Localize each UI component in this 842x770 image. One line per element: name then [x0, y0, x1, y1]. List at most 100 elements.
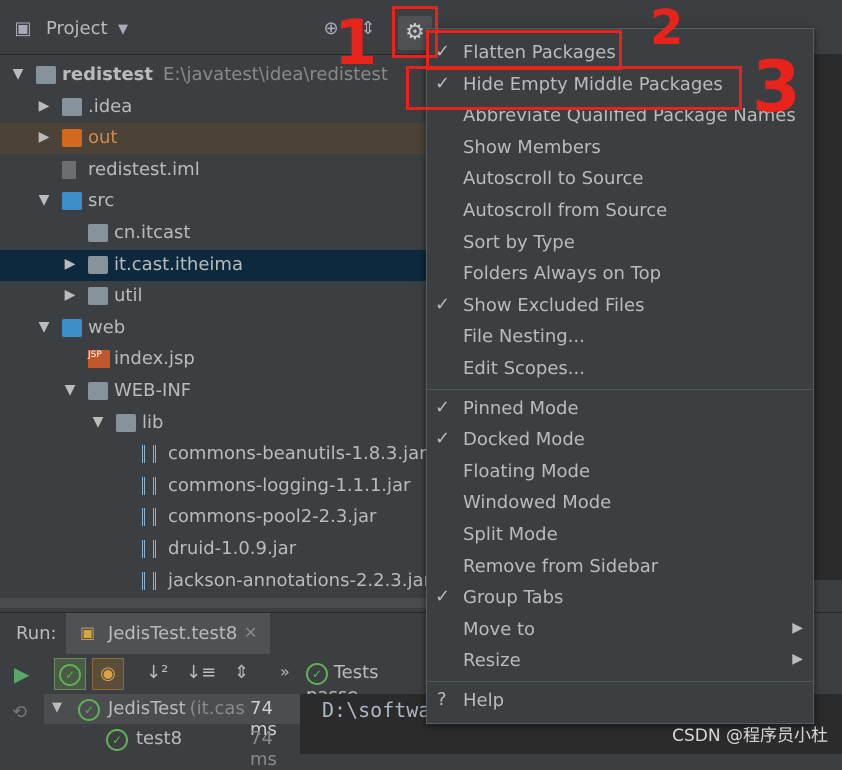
tree-row[interactable]: ▶ out	[0, 123, 426, 155]
tree-row-label: index.jsp	[114, 348, 195, 369]
menu-item-windowed-mode[interactable]: Windowed Mode	[427, 487, 813, 518]
collapsed-arrow-icon[interactable]: ▶	[62, 256, 78, 272]
tree-row[interactable]: jackson-annotations-2.2.3.jar	[0, 566, 426, 597]
menu-item-show-excluded-files[interactable]: ✓ Show Excluded Files	[427, 290, 813, 321]
menu-item-label: Edit Scopes...	[463, 358, 585, 379]
checkmark-icon: ✓	[435, 428, 451, 450]
menu-item-label: Pinned Mode	[463, 397, 579, 419]
tree-row[interactable]: druid-1.0.9.jar	[0, 534, 426, 565]
tree-row-label: redistest.iml	[88, 159, 200, 180]
menu-item-label: File Nesting...	[463, 326, 585, 348]
tree-row[interactable]: ▼ WEB-INF	[0, 376, 426, 407]
menu-item-label: Sort by Type	[463, 231, 575, 253]
tree-row[interactable]: commons-logging-1.1.1.jar	[0, 471, 426, 502]
jar-icon	[142, 540, 156, 558]
menu-item-docked-mode[interactable]: ✓ Docked Mode	[427, 424, 813, 455]
submenu-arrow-icon: ▶	[792, 619, 803, 636]
sort-duration-icon[interactable]: ↓≡	[186, 662, 216, 683]
expanded-arrow-icon[interactable]: ▼	[62, 382, 78, 398]
expanded-arrow-icon[interactable]: ▼	[90, 414, 106, 430]
menu-item-move-to[interactable]: Move to ▶	[427, 614, 813, 645]
menu-item-label: Docked Mode	[463, 429, 585, 451]
run-tab[interactable]: ▣ JedisTest.test8 ✕	[66, 613, 270, 655]
source-folder-icon	[62, 318, 82, 337]
annotation-box-flatten	[426, 30, 622, 70]
tree-row-text: jackson-annotations-2.2.3.jar	[168, 569, 426, 591]
collapsed-arrow-icon[interactable]: ▶	[36, 129, 52, 145]
annotation-three: 3	[752, 46, 801, 128]
jar-icon	[142, 571, 156, 590]
collapsed-arrow-icon[interactable]: ▶	[62, 287, 78, 303]
tree-row[interactable]: ▼ lib	[0, 408, 426, 439]
menu-item-label: Windowed Mode	[463, 492, 612, 514]
show-passed-button[interactable]: ✓	[54, 658, 86, 690]
tree-row-text: out	[88, 127, 118, 149]
jar-icon	[142, 476, 156, 495]
test-result-row[interactable]: ✓ test8 74 ms	[44, 724, 300, 770]
tree-row[interactable]: JSP index.jsp	[0, 344, 426, 375]
menu-item-autoscroll-from-source[interactable]: Autoscroll from Source	[427, 195, 813, 226]
menu-item-label: Autoscroll to Source	[463, 168, 644, 190]
expand-all-icon[interactable]: ⇕	[234, 662, 249, 683]
history-icon[interactable]: ⟲	[12, 702, 27, 723]
options-menu: ✓ Flatten Packages ✓ Hide Empty Middle Pack…	[426, 28, 814, 724]
expanded-arrow-icon[interactable]: ▼	[36, 192, 52, 208]
test-name: test8	[136, 728, 183, 749]
menu-item-floating-mode[interactable]: Floating Mode	[427, 456, 813, 487]
annotation-two: 2	[650, 0, 684, 56]
tree-row-text: it.cast.itheima	[114, 253, 243, 275]
tree-row-text: commons-beanutils-1.8.3.jar	[168, 443, 426, 465]
tree-row[interactable]: ▶ .idea	[0, 92, 426, 123]
tree-row[interactable]: ▼ web	[0, 313, 426, 344]
tree-row[interactable]: commons-pool2-2.3.jar	[0, 502, 426, 533]
sort-alpha-icon[interactable]: ↓²	[146, 662, 168, 683]
expanded-arrow-icon[interactable]: ▼	[10, 66, 26, 82]
annotation-box-hide-empty	[406, 66, 742, 110]
tree-row-label: commons-pool2-2.3.jar	[168, 506, 376, 527]
test-result-row[interactable]: ▼ ✓ JedisTest (it.cas 74 ms	[44, 694, 300, 740]
menu-item-sort-by-type[interactable]: Sort by Type	[427, 227, 813, 258]
tree-row-label: web	[88, 317, 125, 338]
annotation-one: 1	[334, 6, 378, 79]
expanded-arrow-icon[interactable]: ▼	[52, 700, 62, 715]
menu-item-pinned-mode[interactable]: ✓ Pinned Mode	[427, 393, 813, 424]
check-circle-icon: ✓	[59, 664, 81, 686]
tree-row[interactable]: cn.itcast	[0, 218, 426, 249]
menu-item-help[interactable]: ? Help	[427, 685, 813, 716]
rerun-icon[interactable]: ▶	[14, 662, 29, 686]
close-icon[interactable]: ✕	[244, 623, 257, 642]
tree-horizontal-scrollbar[interactable]	[0, 598, 426, 608]
menu-item-split-mode[interactable]: Split Mode	[427, 519, 813, 550]
tree-row-text: util	[114, 285, 143, 307]
tree-row[interactable]: ▼ src	[0, 186, 426, 217]
tree-row[interactable]: redistest.iml	[0, 155, 426, 186]
menu-item-folders-always-on-top[interactable]: Folders Always on Top	[427, 258, 813, 289]
tree-row-label: .idea	[88, 96, 132, 117]
watermark: CSDN @程序员小杜	[672, 726, 828, 746]
tree-row[interactable]: ▶ util	[0, 281, 426, 312]
more-icon[interactable]: »	[280, 662, 290, 681]
jar-icon	[142, 445, 156, 464]
tree-row[interactable]: commons-beanutils-1.8.3.jar	[0, 439, 426, 470]
menu-item-file-nesting[interactable]: File Nesting...	[427, 321, 813, 352]
project-view-selector[interactable]: Project	[46, 18, 108, 39]
menu-item-autoscroll-to-source[interactable]: Autoscroll to Source	[427, 163, 813, 194]
show-ignored-button[interactable]: ◉	[92, 658, 124, 690]
menu-item-label: Show Members	[463, 136, 601, 158]
tree-row-text: redistest	[62, 64, 153, 85]
collapsed-arrow-icon[interactable]: ▶	[36, 98, 52, 114]
chevron-down-icon[interactable]: ▼	[112, 19, 134, 41]
menu-item-edit-scopes[interactable]: Edit Scopes...	[427, 353, 813, 384]
iml-file-icon	[62, 160, 76, 179]
expanded-arrow-icon[interactable]: ▼	[36, 319, 52, 335]
test-results-tree: ▼ ✓ JedisTest (it.cas 74 ms ✓ test8 74 ms	[44, 694, 300, 770]
tree-row-label: cn.itcast	[114, 222, 190, 243]
menu-item-remove-from-sidebar[interactable]: Remove from Sidebar	[427, 551, 813, 582]
menu-separator	[427, 681, 813, 682]
menu-item-resize[interactable]: Resize ▶	[427, 645, 813, 676]
menu-item-group-tabs[interactable]: ✓ Group Tabs	[427, 582, 813, 613]
tree-row[interactable]: ▶ it.cast.itheima	[0, 249, 426, 281]
checkmark-icon: ✓	[435, 293, 451, 315]
menu-item-label: Folders Always on Top	[463, 263, 662, 285]
menu-item-show-members[interactable]: Show Members	[427, 132, 813, 163]
